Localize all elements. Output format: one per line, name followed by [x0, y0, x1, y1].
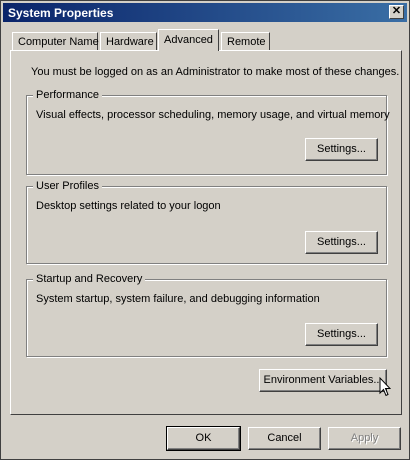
tab-label: Remote — [227, 36, 266, 48]
system-properties-window: System Properties ✕ Computer Name Hardwa… — [0, 0, 410, 460]
close-button[interactable]: ✕ — [389, 5, 404, 19]
tab-remote[interactable]: Remote — [221, 32, 270, 50]
tab-label: Hardware — [106, 36, 154, 48]
title-bar[interactable]: System Properties ✕ — [3, 3, 407, 22]
performance-settings-button[interactable]: Settings... — [305, 138, 378, 161]
admin-note: You must be logged on as an Administrato… — [31, 66, 400, 78]
ok-button[interactable]: OK — [166, 426, 241, 451]
close-icon: ✕ — [391, 5, 402, 17]
tab-advanced[interactable]: Advanced — [158, 29, 219, 51]
tab-label: Advanced — [164, 34, 213, 46]
tab-hardware[interactable]: Hardware — [100, 32, 157, 50]
startup-recovery-description: System startup, system failure, and debu… — [36, 293, 320, 305]
user-profiles-settings-button[interactable]: Settings... — [305, 231, 378, 254]
apply-button[interactable]: Apply — [328, 427, 401, 450]
performance-description: Visual effects, processor scheduling, me… — [36, 109, 390, 121]
window-title: System Properties — [8, 6, 114, 20]
cancel-button[interactable]: Cancel — [248, 427, 321, 450]
tab-label: Computer Name — [18, 36, 99, 48]
performance-group-title: Performance — [33, 89, 102, 101]
user-profiles-group-title: User Profiles — [33, 180, 102, 192]
user-profiles-description: Desktop settings related to your logon — [36, 200, 221, 212]
tab-computer-name[interactable]: Computer Name — [12, 32, 99, 50]
performance-group: Performance Visual effects, processor sc… — [26, 89, 390, 175]
startup-recovery-settings-button[interactable]: Settings... — [305, 323, 378, 346]
environment-variables-button[interactable]: Environment Variables... — [259, 369, 387, 392]
mouse-pointer-icon — [379, 377, 391, 397]
startup-recovery-group-title: Startup and Recovery — [33, 273, 146, 285]
